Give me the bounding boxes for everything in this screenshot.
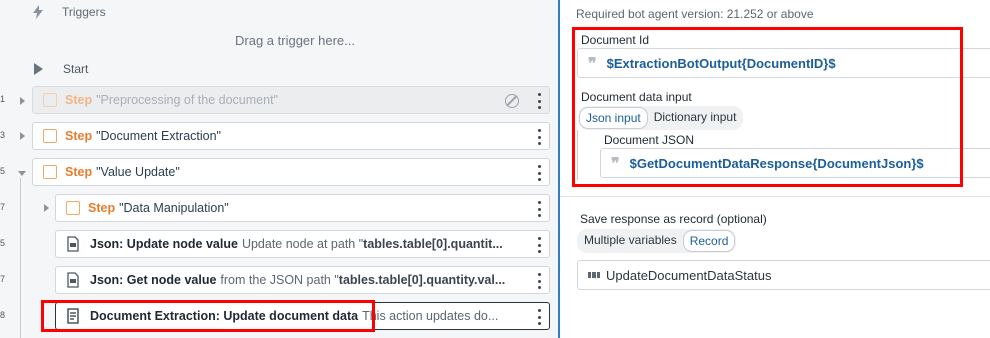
more-options-icon[interactable]: [537, 273, 541, 289]
step-icon: [43, 165, 57, 179]
line-number: 5: [0, 238, 6, 248]
step-document-extraction[interactable]: Step "Document Extraction": [32, 122, 550, 150]
required-version-note: Required bot agent version: 21.252 or ab…: [576, 7, 814, 21]
action-title: Json: Get node value: [90, 273, 217, 287]
step-name: "Data Manipulation": [119, 201, 229, 215]
step-data-manipulation[interactable]: Step "Data Manipulation": [55, 194, 550, 222]
start-node[interactable]: Start: [34, 61, 88, 77]
more-options-icon[interactable]: [537, 237, 541, 253]
step-preprocessing[interactable]: Step "Preprocessing of the document": [32, 86, 550, 114]
action-description: from the JSON path "tables.table[0].quan…: [220, 273, 506, 287]
step-name: "Document Extraction": [96, 129, 221, 143]
line-number: 3: [0, 130, 6, 140]
step-icon: [66, 201, 80, 215]
start-label: Start: [63, 62, 89, 76]
step-keyword: Step: [65, 165, 93, 179]
section-separator: [560, 196, 990, 197]
trigger-drop-zone[interactable]: Drag a trigger here...: [0, 33, 558, 48]
play-icon: [34, 63, 43, 75]
more-options-icon[interactable]: [537, 201, 541, 217]
line-number: 5: [0, 166, 6, 176]
highlight-box-action: [41, 300, 375, 332]
action-description: Update node at path "tables.table[0].qua…: [241, 237, 503, 251]
tab-multiple-variables[interactable]: Multiple variables: [578, 230, 683, 252]
step-keyword: Step: [65, 129, 93, 143]
line-number: 1: [0, 94, 6, 104]
step-value-update[interactable]: Step "Value Update": [32, 158, 550, 186]
action-title: Json: Update node value: [90, 237, 238, 251]
tree-guide-line: [20, 178, 21, 338]
disabled-icon[interactable]: [505, 94, 519, 108]
record-variable-icon: [588, 272, 600, 278]
chevron-right-icon[interactable]: [41, 203, 51, 213]
save-response-label: Save response as record (optional): [580, 212, 767, 226]
json-file-icon: [66, 272, 80, 288]
step-name: "Value Update": [96, 165, 180, 179]
more-options-icon[interactable]: [537, 93, 541, 109]
flow-panel: 1 3 5 7 5 7 8 Triggers Drag a trigger he…: [0, 0, 558, 338]
json-file-icon: [66, 236, 80, 252]
step-keyword: Step: [88, 201, 116, 215]
record-variable-value: UpdateDocumentDataStatus: [606, 267, 772, 283]
automation-editor: 1 3 5 7 5 7 8 Triggers Drag a trigger he…: [0, 0, 990, 338]
step-icon: [43, 93, 57, 107]
step-name: "Preprocessing of the document": [96, 93, 278, 107]
chevron-down-icon[interactable]: [17, 168, 27, 178]
record-variable-select[interactable]: UpdateDocumentDataStatus: [577, 260, 990, 290]
step-keyword: Step: [65, 93, 93, 107]
action-description: This action updates do...: [362, 309, 499, 323]
chevron-right-icon[interactable]: [17, 96, 27, 106]
more-options-icon[interactable]: [537, 129, 541, 145]
lightning-icon: [30, 4, 46, 20]
step-icon: [43, 129, 57, 143]
line-number: 8: [0, 310, 6, 320]
chevron-right-icon[interactable]: [17, 131, 27, 141]
line-number: 7: [0, 274, 6, 284]
action-json-update-node[interactable]: Json: Update node value Update node at p…: [55, 230, 550, 258]
line-number-gutter: 1 3 5 7 5 7 8: [0, 0, 16, 338]
more-options-icon[interactable]: [537, 165, 541, 181]
triggers-label: Triggers: [62, 5, 106, 19]
triggers-header[interactable]: Triggers: [30, 4, 106, 20]
save-response-toggle: Multiple variables Record: [577, 229, 737, 253]
more-options-icon[interactable]: [537, 309, 541, 325]
action-json-get-node[interactable]: Json: Get node value from the JSON path …: [55, 266, 550, 294]
tab-record[interactable]: Record: [682, 230, 736, 252]
line-number: 7: [0, 202, 6, 212]
highlight-box-properties: [572, 27, 963, 187]
